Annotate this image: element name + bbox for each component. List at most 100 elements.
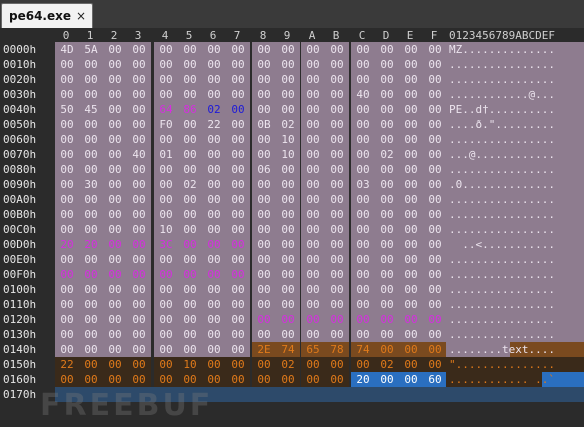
hex-byte[interactable]: 00 xyxy=(103,372,127,387)
hex-byte[interactable]: 00 xyxy=(276,102,300,117)
hex-byte[interactable]: 00 xyxy=(423,132,447,147)
hex-byte[interactable]: 00 xyxy=(301,132,325,147)
hex-byte[interactable]: 00 xyxy=(423,207,447,222)
hex-byte[interactable]: 00 xyxy=(79,252,103,267)
hex-byte[interactable]: 00 xyxy=(351,147,375,162)
hex-byte[interactable]: 00 xyxy=(351,297,375,312)
hex-byte[interactable]: 00 xyxy=(325,57,349,72)
hex-byte[interactable]: 00 xyxy=(226,72,250,87)
hex-byte[interactable]: 00 xyxy=(301,57,325,72)
hex-byte[interactable]: 00 xyxy=(325,207,349,222)
hex-byte[interactable]: 00 xyxy=(351,132,375,147)
hex-byte[interactable]: 00 xyxy=(301,297,325,312)
hex-byte[interactable]: F0 xyxy=(154,117,178,132)
hex-byte[interactable]: 00 xyxy=(55,57,79,72)
hex-byte[interactable]: 00 xyxy=(399,72,423,87)
close-icon[interactable]: × xyxy=(76,9,86,23)
hex-byte[interactable]: 00 xyxy=(252,102,276,117)
hex-byte[interactable]: 00 xyxy=(252,372,276,387)
hex-byte[interactable]: 00 xyxy=(423,162,447,177)
hex-byte[interactable]: 00 xyxy=(301,207,325,222)
hex-byte[interactable]: 00 xyxy=(103,252,127,267)
hex-byte[interactable]: 00 xyxy=(325,162,349,177)
hex-byte[interactable]: 00 xyxy=(55,282,79,297)
ascii-text[interactable]: PE..d†.......... xyxy=(446,102,584,117)
hex-byte[interactable]: 00 xyxy=(127,372,151,387)
hex-byte[interactable]: 00 xyxy=(202,42,226,57)
hex-byte[interactable]: 20 xyxy=(55,237,79,252)
hex-byte[interactable]: 00 xyxy=(79,312,103,327)
hex-byte[interactable]: 00 xyxy=(276,87,300,102)
hex-byte[interactable]: 02 xyxy=(276,117,300,132)
hex-byte[interactable]: 00 xyxy=(202,222,226,237)
hex-byte[interactable]: 00 xyxy=(178,162,202,177)
hex-byte[interactable]: 00 xyxy=(226,132,250,147)
hex-byte[interactable]: 00 xyxy=(154,327,178,342)
hex-byte[interactable]: 00 xyxy=(103,177,127,192)
hex-byte[interactable]: 00 xyxy=(103,117,127,132)
hex-byte[interactable]: 00 xyxy=(375,132,399,147)
hex-byte[interactable]: 4D xyxy=(55,42,79,57)
hex-byte[interactable]: 00 xyxy=(79,357,103,372)
hex-byte[interactable]: 00 xyxy=(127,87,151,102)
hex-byte[interactable]: 00 xyxy=(276,222,300,237)
hex-byte[interactable]: 00 xyxy=(178,207,202,222)
hex-byte[interactable]: 00 xyxy=(178,57,202,72)
hex-byte[interactable]: 20 xyxy=(79,237,103,252)
hex-byte[interactable]: 02 xyxy=(375,147,399,162)
hex-byte[interactable]: 00 xyxy=(351,192,375,207)
hex-byte[interactable]: 00 xyxy=(325,297,349,312)
hex-byte[interactable]: 00 xyxy=(154,42,178,57)
hex-byte[interactable]: 00 xyxy=(325,177,349,192)
hex-byte[interactable]: 00 xyxy=(226,177,250,192)
hex-byte[interactable]: 00 xyxy=(55,147,79,162)
hex-byte[interactable]: 00 xyxy=(226,147,250,162)
hex-byte[interactable]: 00 xyxy=(252,297,276,312)
hex-byte[interactable]: 00 xyxy=(423,87,447,102)
hex-byte[interactable]: 00 xyxy=(252,222,276,237)
hex-byte[interactable]: 00 xyxy=(79,132,103,147)
hex-byte[interactable]: 00 xyxy=(252,147,276,162)
hex-byte[interactable]: 00 xyxy=(423,357,447,372)
hex-byte[interactable]: 00 xyxy=(55,312,79,327)
hex-byte[interactable]: 00 xyxy=(127,42,151,57)
hex-byte[interactable]: 00 xyxy=(399,87,423,102)
hex-byte[interactable]: 00 xyxy=(202,132,226,147)
hex-byte[interactable]: 00 xyxy=(127,342,151,357)
hex-byte[interactable]: 00 xyxy=(103,57,127,72)
hex-byte[interactable]: 00 xyxy=(325,87,349,102)
hex-byte[interactable]: 00 xyxy=(325,132,349,147)
hex-byte[interactable]: 02 xyxy=(178,177,202,192)
hex-byte[interactable]: 00 xyxy=(351,267,375,282)
hex-byte[interactable]: 00 xyxy=(55,207,79,222)
hex-byte[interactable]: 00 xyxy=(325,42,349,57)
hex-byte[interactable]: 00 xyxy=(55,192,79,207)
hex-byte[interactable]: 00 xyxy=(276,267,300,282)
hex-byte[interactable]: 00 xyxy=(301,267,325,282)
hex-byte[interactable]: 00 xyxy=(325,237,349,252)
hex-byte[interactable]: 00 xyxy=(127,297,151,312)
hex-byte[interactable]: 00 xyxy=(202,87,226,102)
hex-byte[interactable]: 00 xyxy=(375,117,399,132)
hex-byte[interactable]: 00 xyxy=(127,327,151,342)
ascii-text[interactable]: ................ xyxy=(446,297,584,312)
hex-byte[interactable]: 00 xyxy=(79,162,103,177)
hex-byte[interactable]: 00 xyxy=(103,87,127,102)
hex-byte[interactable]: 00 xyxy=(301,312,325,327)
hex-byte[interactable]: 00 xyxy=(226,117,250,132)
hex-byte[interactable]: 00 xyxy=(226,102,250,117)
hex-byte[interactable]: 00 xyxy=(301,372,325,387)
hex-byte[interactable]: 00 xyxy=(252,282,276,297)
hex-byte[interactable]: 00 xyxy=(423,57,447,72)
hex-byte[interactable]: 60 xyxy=(423,372,447,387)
hex-byte[interactable]: 00 xyxy=(399,252,423,267)
hex-byte[interactable]: 00 xyxy=(325,147,349,162)
hex-byte[interactable]: 00 xyxy=(178,312,202,327)
hex-byte[interactable]: 00 xyxy=(202,207,226,222)
hex-byte[interactable]: 00 xyxy=(276,252,300,267)
hex-byte[interactable]: 00 xyxy=(276,207,300,222)
hex-byte[interactable]: 00 xyxy=(202,192,226,207)
hex-byte[interactable]: 00 xyxy=(276,372,300,387)
hex-byte[interactable]: 00 xyxy=(55,162,79,177)
hex-byte[interactable]: 00 xyxy=(103,42,127,57)
